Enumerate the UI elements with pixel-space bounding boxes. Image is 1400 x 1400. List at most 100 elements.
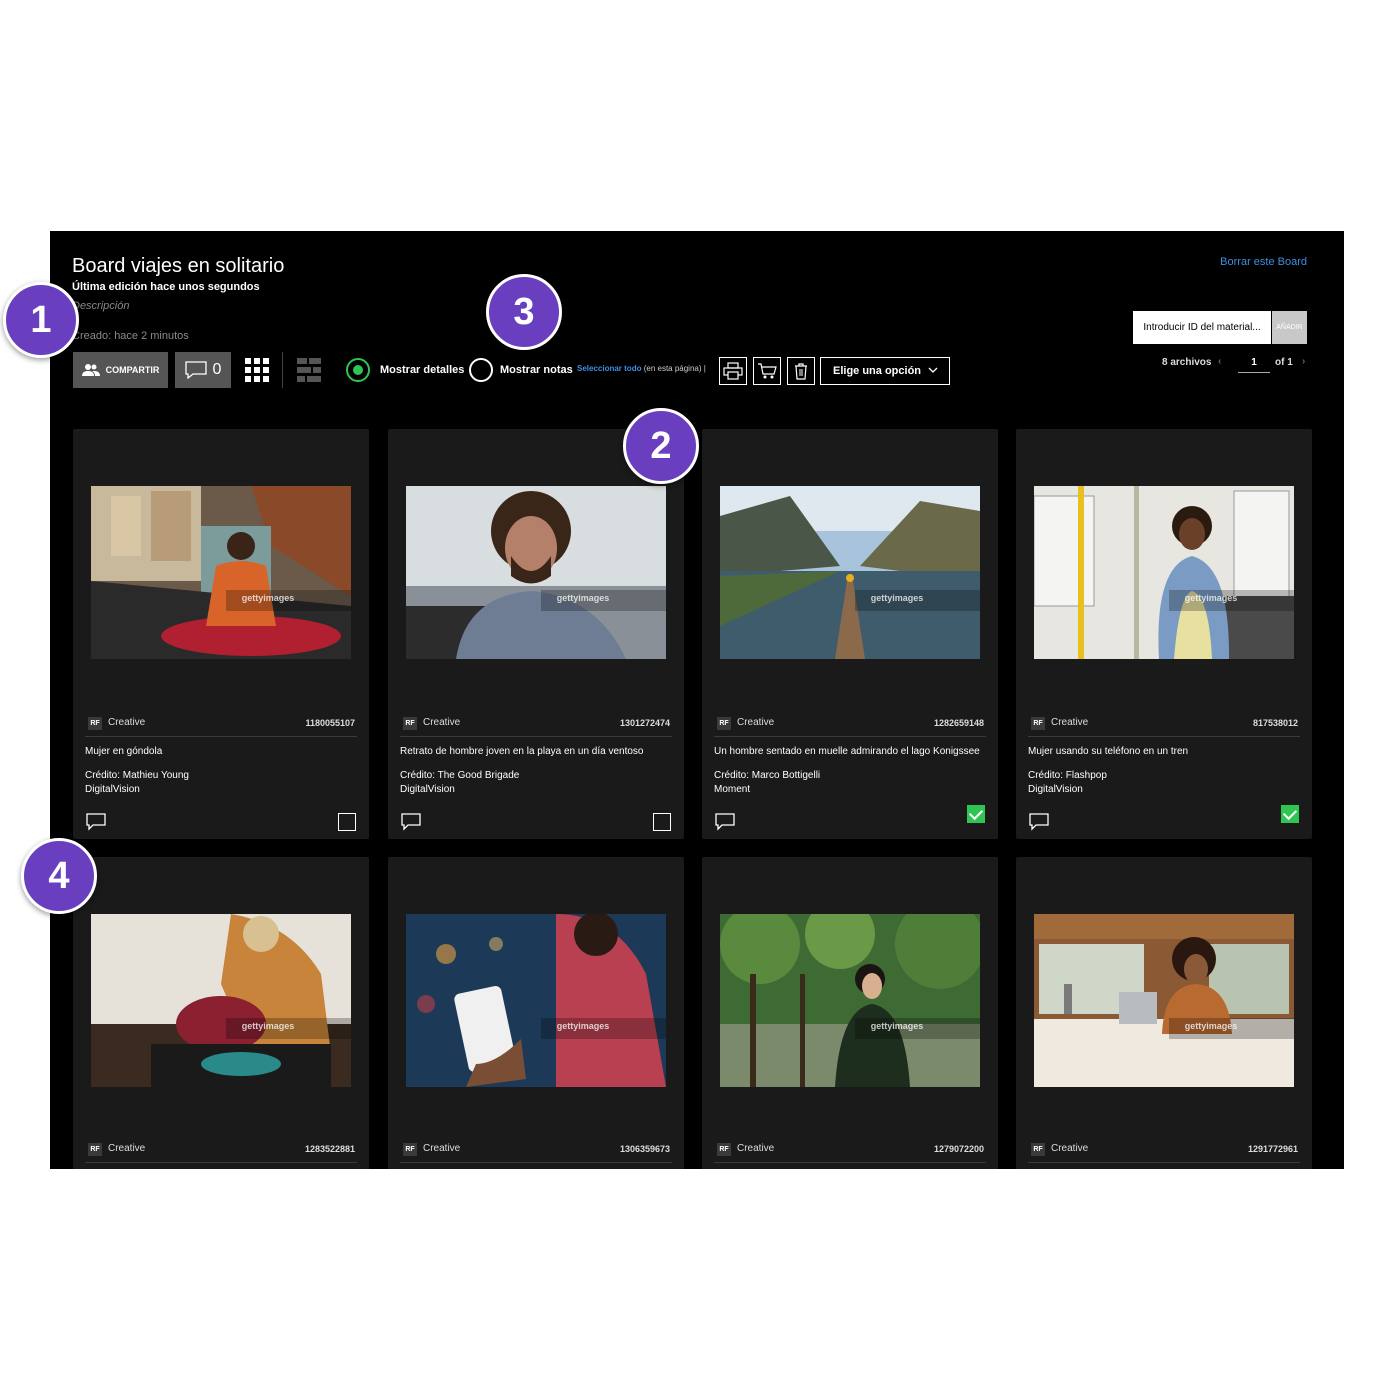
asset-thumbnail[interactable]: gettyimages [1034, 914, 1294, 1087]
description-field[interactable]: Descripción [72, 300, 129, 312]
asset-id[interactable]: 1291772961 [1248, 1144, 1298, 1154]
license-badge: RF [403, 1143, 417, 1156]
page-total: of 1 [1275, 357, 1293, 368]
gondola-photo [91, 486, 351, 659]
grid-view-icon[interactable] [245, 358, 269, 382]
asset-card[interactable]: gettyimages RF Creative 817538012 Mujer … [1016, 429, 1312, 839]
show-notes-radio[interactable] [469, 358, 493, 382]
asset-meta: RF Creative 1301272474 [400, 717, 672, 737]
asset-thumbnail[interactable]: gettyimages [406, 486, 666, 659]
credit-line: Crédito: Mathieu Young [85, 770, 189, 781]
delete-button[interactable] [787, 357, 815, 385]
asset-id[interactable]: 1282659148 [934, 718, 984, 728]
note-icon[interactable] [715, 813, 735, 831]
share-button[interactable]: COMPARTIR [73, 352, 168, 388]
share-button-label: COMPARTIR [105, 365, 160, 375]
credit-collection: DigitalVision [1028, 784, 1083, 795]
watermark: gettyimages [1184, 593, 1238, 604]
asset-credit: Crédito: Marco Bottigelli Moment [714, 769, 820, 797]
trash-icon [795, 363, 807, 380]
collection-label: Creative [108, 1143, 146, 1154]
watermark: gettyimages [241, 1021, 295, 1032]
asset-thumbnail[interactable]: gettyimages [91, 914, 351, 1087]
asset-credit: Crédito: Flashpop DigitalVision [1028, 769, 1107, 797]
collection-label: Creative [737, 1143, 775, 1154]
asset-thumbnail[interactable]: gettyimages [720, 914, 980, 1087]
asset-id[interactable]: 1279072200 [934, 1144, 984, 1154]
select-all-link[interactable]: Seleccionar todo [577, 364, 641, 373]
callout-2: 2 [623, 408, 699, 484]
asset-id[interactable]: 1301272474 [620, 718, 670, 728]
asset-card[interactable]: gettyimages RF Creative 1306359673 [388, 857, 684, 1169]
pagination: 8 archivos ‹ 1 of 1 › [1162, 356, 1312, 373]
asset-meta: RF Creative 817538012 [1028, 717, 1300, 737]
asset-card[interactable]: gettyimages RF Creative 1180055107 Mujer… [73, 429, 369, 839]
asset-card[interactable]: gettyimages RF Creative 1283522881 [73, 857, 369, 1169]
cart-button[interactable] [753, 357, 781, 385]
asset-caption: Mujer usando su teléfono en un tren [1028, 746, 1189, 757]
asset-meta: RF Creative 1306359673 [400, 1143, 672, 1163]
show-notes-label[interactable]: Mostrar notas [500, 364, 573, 376]
license-badge: RF [403, 717, 417, 730]
callout-3: 3 [486, 274, 562, 350]
callout-4: 4 [21, 838, 97, 914]
select-checkbox[interactable] [653, 813, 671, 831]
asset-thumbnail[interactable]: gettyimages [406, 914, 666, 1087]
note-icon[interactable] [1029, 813, 1049, 831]
note-icon[interactable] [401, 813, 421, 831]
watermark: gettyimages [556, 593, 610, 604]
asset-id-input[interactable]: Introducir ID del material... [1133, 311, 1271, 344]
asset-meta: RF Creative 1282659148 [714, 717, 986, 737]
asset-id[interactable]: 1180055107 [305, 718, 355, 728]
asset-card[interactable]: gettyimages RF Creative 1279072200 [702, 857, 998, 1169]
watermark: gettyimages [556, 1021, 610, 1032]
asset-meta: RF Creative 1291772961 [1028, 1143, 1300, 1163]
license-badge: RF [88, 1143, 102, 1156]
credit-collection: DigitalVision [85, 784, 140, 795]
credit-line: Crédito: Flashpop [1028, 770, 1107, 781]
packing-photo [91, 914, 351, 1087]
list-view-icon[interactable] [297, 358, 321, 382]
created-text: Creado: hace 2 minutos [72, 330, 189, 342]
asset-caption: Un hombre sentado en muelle admirando el… [714, 746, 980, 757]
select-all-divider: | [703, 364, 706, 373]
asset-thumbnail[interactable]: gettyimages [720, 486, 980, 659]
note-icon[interactable] [86, 813, 106, 831]
show-details-label[interactable]: Mostrar detalles [380, 364, 464, 376]
select-checkbox[interactable] [967, 805, 985, 823]
collection-label: Creative [423, 1143, 461, 1154]
print-button[interactable] [719, 357, 747, 385]
woman-train-photo [1034, 486, 1294, 659]
comments-button[interactable]: 0 [175, 352, 231, 388]
asset-id[interactable]: 1283522881 [305, 1144, 355, 1154]
page-number-input[interactable]: 1 [1238, 357, 1270, 373]
select-all-suffix: (en esta página) [643, 364, 702, 373]
collection-label: Creative [108, 717, 146, 728]
asset-id[interactable]: 1306359673 [620, 1144, 670, 1154]
lake-pier-photo [720, 486, 980, 659]
chevron-down-icon [928, 367, 938, 373]
board-panel: Board viajes en solitario Última edición… [50, 231, 1344, 1169]
asset-thumbnail[interactable]: gettyimages [91, 486, 351, 659]
asset-card[interactable]: gettyimages RF Creative 1301272474 Retra… [388, 429, 684, 839]
asset-meta: RF Creative 1283522881 [85, 1143, 357, 1163]
next-page-icon[interactable]: › [1302, 356, 1305, 367]
license-badge: RF [1031, 1143, 1045, 1156]
show-details-radio[interactable] [346, 358, 370, 382]
prev-page-icon[interactable]: ‹ [1218, 356, 1221, 367]
woman-van-photo [1034, 914, 1294, 1087]
asset-thumbnail[interactable]: gettyimages [1034, 486, 1294, 659]
select-checkbox[interactable] [1281, 805, 1299, 823]
action-dropdown[interactable]: Elige una opción [820, 357, 950, 385]
collection-label: Creative [1051, 1143, 1089, 1154]
asset-card[interactable]: gettyimages RF Creative 1282659148 Un ho… [702, 429, 998, 839]
select-checkbox[interactable] [338, 813, 356, 831]
delete-board-link[interactable]: Borrar este Board [1220, 256, 1307, 268]
board-title[interactable]: Board viajes en solitario [72, 255, 284, 278]
asset-caption: Mujer en góndola [85, 746, 163, 757]
add-asset-button[interactable]: AÑADIR [1272, 311, 1307, 344]
asset-id[interactable]: 817538012 [1253, 718, 1298, 728]
watermark: gettyimages [1184, 1021, 1238, 1032]
asset-card[interactable]: gettyimages RF Creative 1291772961 [1016, 857, 1312, 1169]
file-count: 8 archivos [1162, 357, 1212, 368]
